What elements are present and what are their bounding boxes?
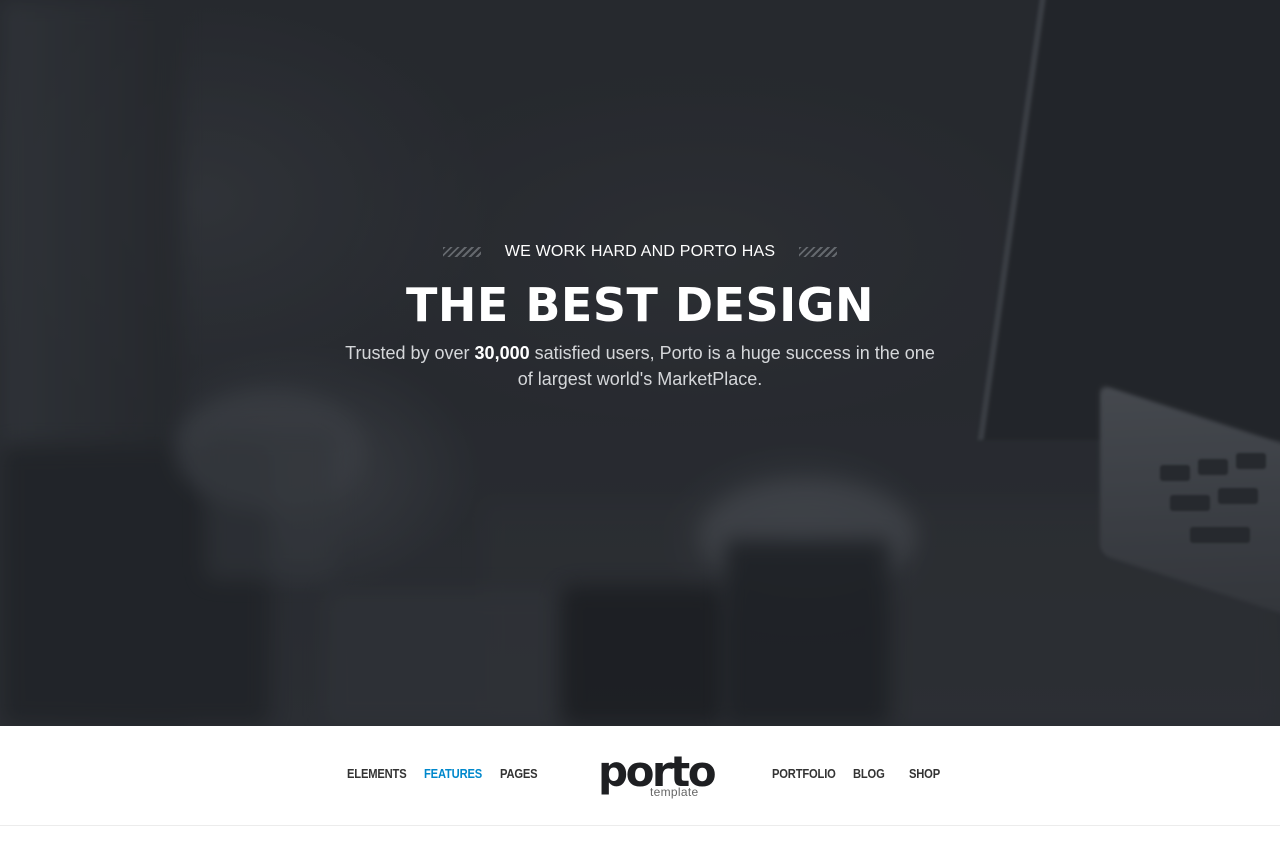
nav-item-pages[interactable]: PAGES [500, 766, 538, 781]
nav-item-elements[interactable]: ELEMENTS [347, 766, 407, 781]
stripe-decoration-right [799, 247, 838, 257]
hero-text-before: Trusted by over [345, 343, 475, 363]
porto-logo[interactable]: porto template [598, 748, 717, 804]
hero-text-after: satisfied users, Porto is a huge success… [517, 343, 935, 389]
hero-kicker-text: WE WORK HARD AND PORTO HAS [504, 243, 776, 260]
hero-description: Trusted by over 30,000 satisfied users, … [340, 340, 940, 392]
nav-item-features[interactable]: FEATURES [424, 766, 482, 781]
stripe-decoration-left [442, 247, 481, 257]
hero-section: WE WORK HARD AND PORTO HAS THE BEST DESI… [0, 0, 1280, 726]
logo-subtitle: template [650, 785, 699, 799]
hero-title: THE BEST DESIGN [406, 278, 874, 332]
hero-kicker: WE WORK HARD AND PORTO HAS [0, 243, 1280, 261]
main-navigation: ELEMENTS FEATURES PAGES porto template P… [0, 726, 1280, 826]
hero-text-highlight: 30,000 [474, 343, 530, 363]
hero-content: WE WORK HARD AND PORTO HAS THE BEST DESI… [0, 0, 1280, 726]
nav-item-shop[interactable]: SHOP [909, 766, 940, 781]
nav-item-portfolio[interactable]: PORTFOLIO [772, 766, 836, 781]
nav-item-blog[interactable]: BLOG [853, 766, 885, 781]
